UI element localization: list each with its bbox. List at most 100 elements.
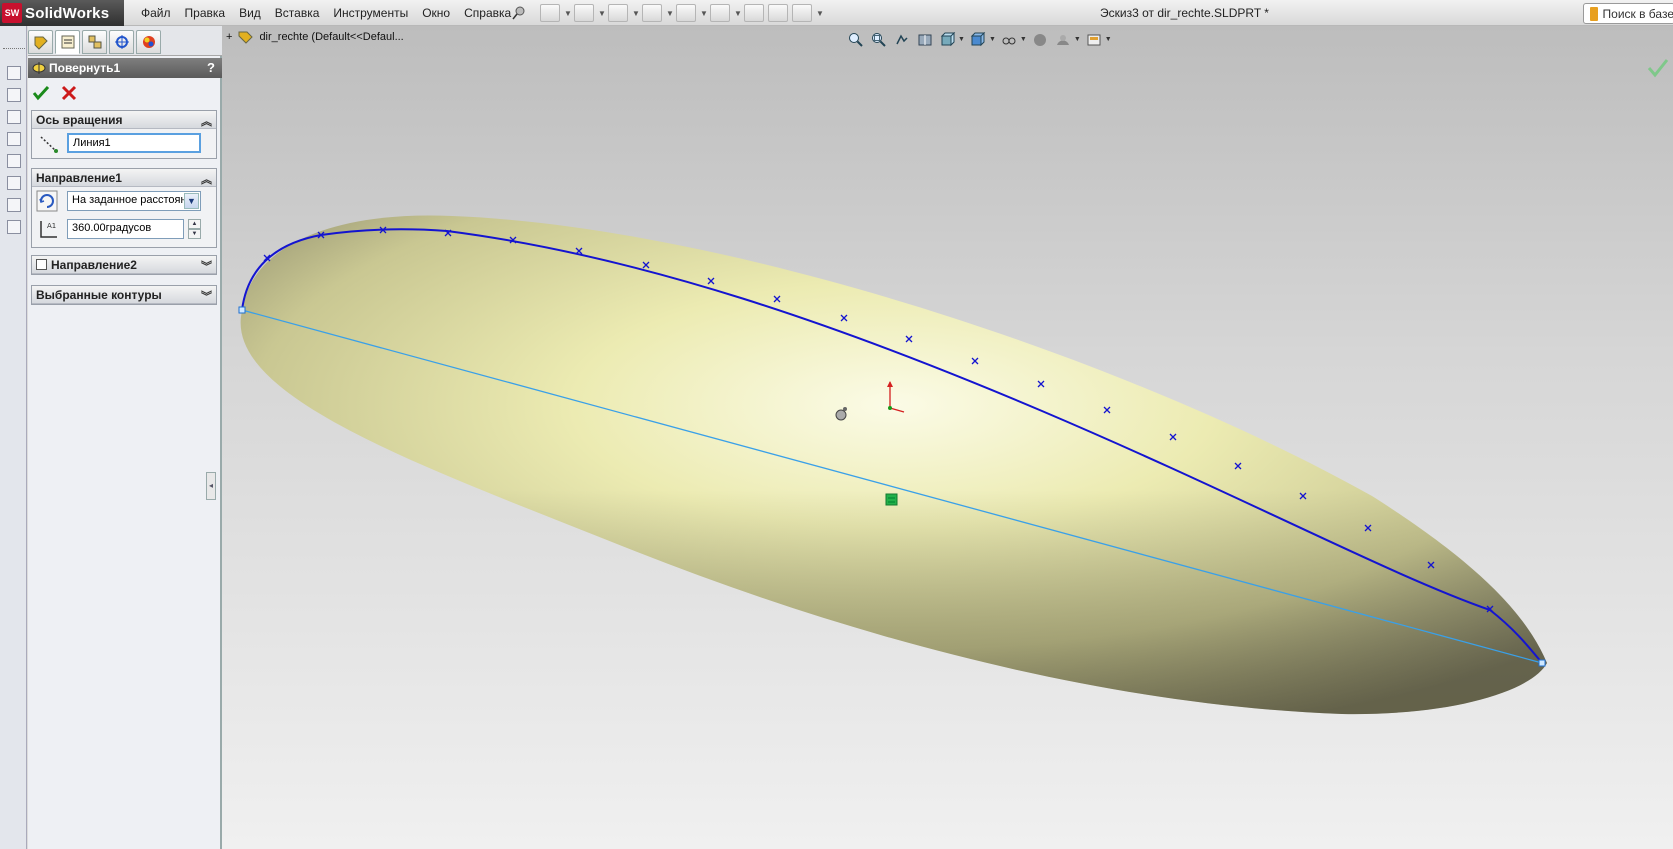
part-name: dir_rechte (Default<<Defaul... xyxy=(259,31,404,43)
zoom-to-area-icon[interactable] xyxy=(869,30,888,49)
expand-plus-icon[interactable]: + xyxy=(226,31,232,43)
undo-icon[interactable] xyxy=(676,4,696,22)
search-placeholder: Поиск в базе xyxy=(1602,6,1673,21)
chevron-down-icon[interactable]: ▼ xyxy=(564,9,572,18)
chevron-down-icon[interactable]: ▼ xyxy=(958,36,965,43)
open-document-icon[interactable] xyxy=(574,4,594,22)
feature-tree-root[interactable]: + dir_rechte (Default<<Defaul... xyxy=(226,30,404,44)
menu-file[interactable]: Файл xyxy=(134,6,178,20)
axis-line-icon xyxy=(40,136,58,153)
view-settings-icon[interactable] xyxy=(1085,30,1104,49)
menu-insert[interactable]: Вставка xyxy=(268,6,327,20)
collapse-chevron-icon[interactable]: ︽ xyxy=(201,171,212,187)
sketch-tool-icon[interactable] xyxy=(7,176,21,190)
display-style-icon[interactable] xyxy=(969,30,988,49)
menu-view[interactable]: Вид xyxy=(232,6,268,20)
expand-chevron-icon[interactable]: ︾ xyxy=(201,288,212,304)
document-title: Эскиз3 от dir_rechte.SLDPRT * xyxy=(1100,6,1269,20)
chevron-down-icon[interactable]: ▼ xyxy=(989,36,996,43)
chevron-down-icon[interactable]: ▼ xyxy=(700,9,708,18)
expand-chevron-icon[interactable]: ︾ xyxy=(201,258,212,274)
sketch-tool-icon[interactable] xyxy=(7,220,21,234)
group-title: Ось вращения xyxy=(36,112,123,127)
angle-field[interactable]: 360.00градусов xyxy=(67,219,184,239)
section-view-icon[interactable] xyxy=(915,30,934,49)
strip-grip[interactable] xyxy=(3,48,25,51)
chevron-down-icon[interactable]: ▼ xyxy=(1020,36,1027,43)
menu-window[interactable]: Окно xyxy=(415,6,457,20)
chevron-down-icon[interactable]: ▼ xyxy=(734,9,742,18)
graphics-area[interactable]: + dir_rechte (Default<<Defaul... ▼ ▼ ▼ ▼… xyxy=(222,26,1673,849)
spin-down-icon[interactable]: ▼ xyxy=(188,229,201,239)
search-box[interactable]: Поиск в базе xyxy=(1583,3,1673,24)
cancel-x-icon[interactable] xyxy=(60,84,78,102)
new-document-icon[interactable] xyxy=(540,4,560,22)
tab-display-manager[interactable] xyxy=(136,30,161,54)
ok-cancel-bar xyxy=(32,84,78,102)
direction2-group: Направление2 ︾ xyxy=(31,255,217,275)
spin-up-icon[interactable]: ▲ xyxy=(188,219,201,229)
reverse-direction-icon[interactable] xyxy=(36,190,58,212)
app-name: SolidWorks xyxy=(25,4,110,22)
direction2-checkbox[interactable] xyxy=(36,259,47,270)
ok-check-icon[interactable] xyxy=(32,84,50,102)
collapse-chevron-icon[interactable]: ︽ xyxy=(201,113,212,129)
zoom-to-fit-icon[interactable] xyxy=(846,30,865,49)
search-book-icon xyxy=(1590,6,1598,21)
rebuild-icon[interactable] xyxy=(744,4,764,22)
edit-appearance-icon[interactable] xyxy=(1031,30,1050,49)
panel-splitter[interactable]: ◂ xyxy=(206,472,216,500)
chevron-down-icon[interactable]: ▼ xyxy=(1074,36,1081,43)
menu-tools[interactable]: Инструменты xyxy=(326,6,415,20)
tab-property-manager[interactable] xyxy=(55,30,80,54)
angle-spinner[interactable]: ▲ ▼ xyxy=(188,219,201,239)
view-orientation-icon[interactable] xyxy=(938,30,957,49)
display-manager-icon xyxy=(142,36,155,48)
chevron-down-icon[interactable]: ▼ xyxy=(598,9,606,18)
endpoint-end[interactable] xyxy=(1538,659,1546,667)
sketch-tool-icon[interactable] xyxy=(7,154,21,168)
chevron-down-icon[interactable]: ▼ xyxy=(666,9,674,18)
group-body: На заданное расстояни ▼ A1 360.00градусо… xyxy=(32,187,216,247)
sketch-tool-icon[interactable] xyxy=(7,66,21,80)
model-viewport[interactable] xyxy=(222,26,1673,849)
sketch-tool-icon[interactable] xyxy=(7,88,21,102)
apply-scene-icon[interactable] xyxy=(1054,30,1073,49)
chevron-down-icon[interactable]: ▼ xyxy=(184,193,199,209)
group-header[interactable]: Направление2 ︾ xyxy=(32,256,216,274)
tab-dimxpert-manager[interactable] xyxy=(109,30,134,54)
group-title: Направление2 xyxy=(51,257,137,272)
save-icon[interactable] xyxy=(608,4,628,22)
endpoint-start[interactable] xyxy=(238,306,246,314)
sketch-tool-icon[interactable] xyxy=(7,198,21,212)
sketch-tool-icon[interactable] xyxy=(7,110,21,124)
chevron-down-icon[interactable]: ▼ xyxy=(1105,36,1112,43)
pin-menu-icon[interactable] xyxy=(512,6,526,20)
options-icon[interactable] xyxy=(792,4,812,22)
help-button[interactable]: ? xyxy=(207,60,215,75)
svg-text:A1: A1 xyxy=(47,222,56,230)
menu-bar: Файл Правка Вид Вставка Инструменты Окно… xyxy=(134,0,518,26)
menu-help[interactable]: Справка xyxy=(457,6,518,20)
previous-view-icon[interactable] xyxy=(892,30,911,49)
select-icon[interactable] xyxy=(710,4,730,22)
file-properties-icon[interactable] xyxy=(768,4,788,22)
hide-show-items-icon[interactable] xyxy=(1000,30,1019,49)
chevron-down-icon[interactable]: ▼ xyxy=(816,9,824,18)
dimxpert-icon xyxy=(114,35,129,49)
axis-selection-field[interactable]: Линия1 xyxy=(67,133,201,153)
menu-edit[interactable]: Правка xyxy=(178,6,233,20)
confirmation-corner-check-icon[interactable] xyxy=(1647,58,1669,78)
tab-configuration-manager[interactable] xyxy=(82,30,107,54)
group-header[interactable]: Выбранные контуры ︾ xyxy=(32,286,216,304)
end-condition-select[interactable]: На заданное расстояни ▼ xyxy=(67,191,201,211)
group-header[interactable]: Ось вращения ︽ xyxy=(32,111,216,129)
app-logo[interactable]: SW SolidWorks xyxy=(0,0,124,26)
tab-feature-manager[interactable] xyxy=(28,30,53,54)
chevron-down-icon[interactable]: ▼ xyxy=(632,9,640,18)
group-title: Выбранные контуры xyxy=(36,287,162,302)
sketch-tool-icon[interactable] xyxy=(7,132,21,146)
print-icon[interactable] xyxy=(642,4,662,22)
horizontal-relation-icon[interactable] xyxy=(885,493,898,506)
group-header[interactable]: Направление1 ︽ xyxy=(32,169,216,187)
